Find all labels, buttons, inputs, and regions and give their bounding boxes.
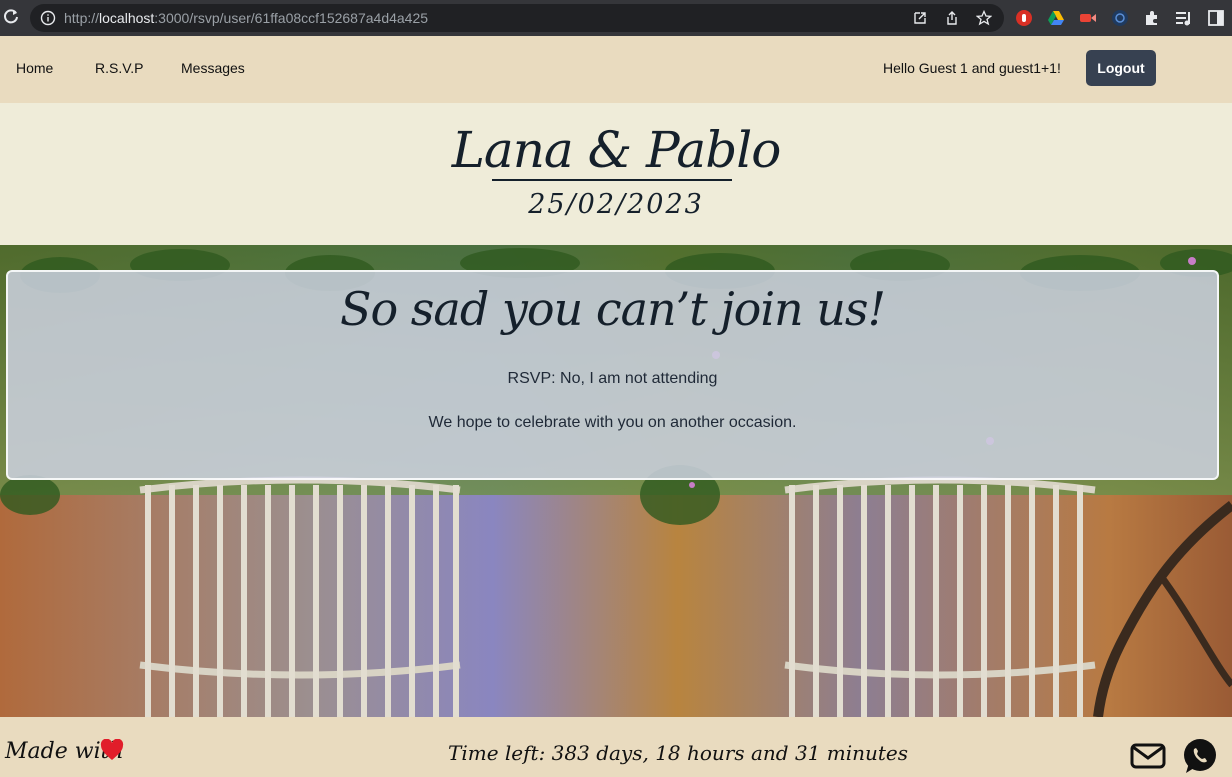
mail-icon[interactable]: [1130, 742, 1166, 770]
countdown-text: Time left: 383 days, 18 hours and 31 min…: [448, 741, 909, 765]
share-icon[interactable]: [944, 10, 960, 26]
site-info-icon[interactable]: [40, 10, 56, 26]
google-drive-icon[interactable]: [1047, 9, 1065, 27]
couple-names: Lana & Pablo: [451, 121, 782, 179]
nav-link-home[interactable]: Home: [16, 60, 53, 76]
screen-recorder-icon[interactable]: [1079, 9, 1097, 27]
url-text: http://localhost:3000/rsvp/user/61ffa08c…: [64, 10, 429, 26]
extension-hand-icon[interactable]: [1015, 9, 1033, 27]
page-footer: Made with Time left: 383 days, 18 hours …: [0, 717, 1232, 777]
open-in-new-icon[interactable]: [912, 10, 928, 26]
rsvp-result-card: So sad you can’t join us! RSVP: No, I am…: [6, 270, 1219, 480]
side-panel-icon[interactable]: [1207, 9, 1225, 27]
profile-extension-icon[interactable]: [1111, 9, 1129, 27]
reload-icon[interactable]: [2, 8, 20, 26]
nav-link-rsvp[interactable]: R.S.V.P: [95, 60, 144, 76]
address-bar[interactable]: http://localhost:3000/rsvp/user/61ffa08c…: [30, 4, 1004, 32]
hero-section: So sad you can’t join us! RSVP: No, I am…: [0, 245, 1232, 717]
media-playlist-icon[interactable]: [1175, 9, 1193, 27]
rsvp-status-text: RSVP: No, I am not attending: [507, 370, 718, 387]
whatsapp-icon[interactable]: [1182, 738, 1218, 774]
bookmark-star-icon[interactable]: [976, 10, 992, 26]
couple-names-underline: [492, 179, 732, 181]
page-header: Lana & Pablo 25/02/2023: [0, 103, 1232, 245]
heart-icon: [100, 739, 124, 760]
card-title: So sad you can’t join us!: [339, 282, 886, 336]
rsvp-message-text: We hope to celebrate with you on another…: [428, 414, 797, 431]
user-greeting: Hello Guest 1 and guest1+1!: [883, 60, 1061, 76]
extensions-puzzle-icon[interactable]: [1143, 9, 1161, 27]
wedding-date: 25/02/2023: [528, 189, 704, 220]
site-navbar: Home R.S.V.P Messages Hello Guest 1 and …: [0, 36, 1232, 103]
logout-button[interactable]: Logout: [1086, 50, 1156, 86]
browser-toolbar: http://localhost:3000/rsvp/user/61ffa08c…: [0, 0, 1232, 36]
nav-link-messages[interactable]: Messages: [181, 60, 245, 76]
